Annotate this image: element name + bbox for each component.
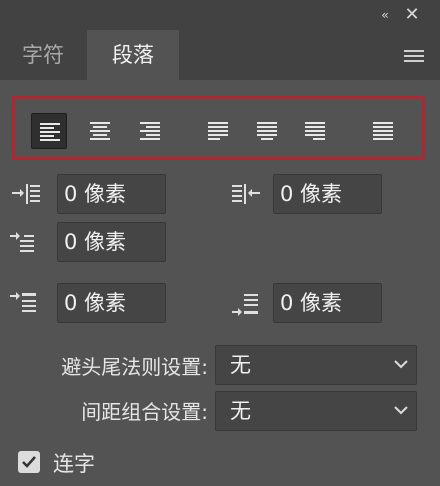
alignment-group	[12, 96, 425, 160]
panel-tab-bar: 字符 段落	[0, 30, 440, 80]
indent-right-icon	[232, 180, 260, 208]
mojikumi-select[interactable]: 无	[215, 391, 417, 431]
justify-last-left-icon	[208, 122, 228, 140]
align-right-button[interactable]	[132, 113, 168, 149]
chevron-down-icon	[394, 360, 408, 369]
mojikumi-label: 间距组合设置:	[81, 400, 208, 424]
align-center-button[interactable]	[82, 113, 118, 149]
checkmark-icon	[22, 456, 36, 468]
align-right-icon	[140, 122, 160, 140]
space-after-icon	[232, 290, 260, 318]
justify-all-button[interactable]	[365, 113, 401, 149]
mojikumi-value: 无	[230, 399, 251, 423]
tab-character[interactable]: 字符	[0, 30, 86, 80]
justify-all-icon	[373, 122, 393, 140]
tab-paragraph[interactable]: 段落	[87, 30, 179, 80]
kinsoku-label: 避头尾法则设置:	[61, 355, 208, 379]
justify-last-center-icon	[257, 122, 277, 140]
indent-left-input[interactable]: 0 像素	[57, 174, 166, 214]
hamburger-menu-icon[interactable]	[404, 50, 424, 62]
indent-left-icon	[12, 180, 40, 208]
justify-last-center-button[interactable]	[249, 113, 285, 149]
justify-last-left-button[interactable]	[200, 113, 236, 149]
justify-last-right-icon	[305, 122, 325, 140]
space-before-input[interactable]: 0 像素	[57, 283, 166, 323]
first-line-indent-input[interactable]: 0 像素	[57, 222, 166, 262]
close-panel-button[interactable]: ✕	[400, 4, 424, 26]
indent-right-input[interactable]: 0 像素	[273, 174, 382, 214]
hyphenate-label[interactable]: 连字	[53, 448, 95, 478]
collapse-panel-button[interactable]: ‹‹	[372, 6, 396, 24]
space-after-input[interactable]: 0 像素	[273, 283, 382, 323]
align-center-icon	[90, 122, 110, 140]
align-left-button[interactable]	[31, 113, 67, 149]
align-left-icon	[40, 123, 60, 141]
justify-last-right-button[interactable]	[297, 113, 333, 149]
space-before-icon	[10, 290, 38, 318]
first-line-indent-icon	[10, 228, 38, 256]
hyphenate-checkbox[interactable]	[18, 451, 40, 473]
kinsoku-value: 无	[230, 353, 251, 377]
kinsoku-select[interactable]: 无	[215, 345, 417, 385]
chevron-down-icon	[394, 406, 408, 415]
panel-title-bar: ‹‹ ✕	[0, 0, 440, 30]
